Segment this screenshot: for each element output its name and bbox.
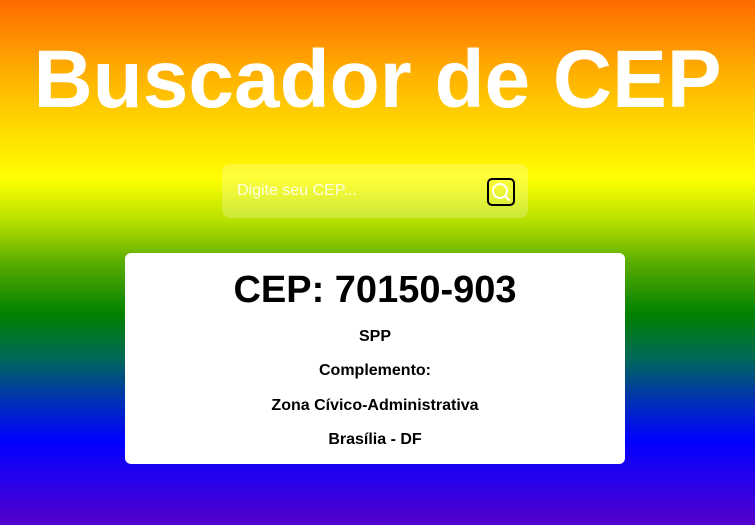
cep-heading: CEP: 70150-903 <box>233 269 517 311</box>
cidade-uf-text: Brasília - DF <box>328 431 422 448</box>
search-button[interactable] <box>487 178 515 206</box>
cep-search-input[interactable] <box>222 164 482 218</box>
search-icon <box>492 183 510 201</box>
page-title: Buscador de CEP <box>33 34 722 125</box>
result-card: CEP: 70150-903 SPP Complemento: Zona Cív… <box>125 253 625 464</box>
logradouro-text: SPP <box>358 328 391 345</box>
search-bar <box>222 164 528 218</box>
complemento-text: Complemento: <box>319 362 431 379</box>
bairro-text: Zona Cívico-Administrativa <box>271 397 479 414</box>
